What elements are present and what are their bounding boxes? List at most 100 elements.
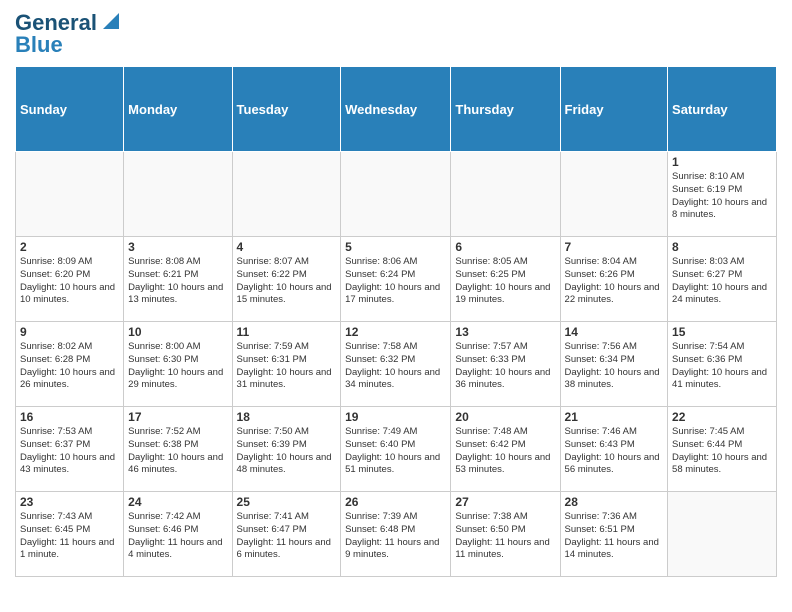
weekday-header: Thursday [451,67,560,152]
calendar-cell: 24 Sunrise: 7:42 AM Sunset: 6:46 PM Dayli… [124,492,232,577]
day-number: 27 [455,495,555,509]
calendar-cell [341,152,451,237]
day-info: Sunrise: 7:56 AM Sunset: 6:34 PM Dayligh… [565,341,664,392]
day-number: 7 [565,240,664,254]
day-number: 20 [455,410,555,424]
logo: General Blue [15,10,121,58]
calendar-week-row: 16 Sunrise: 7:53 AM Sunset: 6:37 PM Dayli… [16,407,777,492]
day-info: Sunrise: 7:58 AM Sunset: 6:32 PM Dayligh… [345,341,446,392]
day-number: 5 [345,240,446,254]
calendar-cell: 11Sunrise: 7:59 AM Sunset: 6:31 PM Dayli… [232,322,341,407]
day-number: 16 [20,410,119,424]
day-info: Sunrise: 7:53 AM Sunset: 6:37 PM Dayligh… [20,426,119,477]
day-info: Sunrise: 8:08 AM Sunset: 6:21 PM Dayligh… [128,256,227,307]
day-info: Sunrise: 7:38 AM Sunset: 6:50 PM Dayligh… [455,511,555,562]
day-number: 24 [128,495,227,509]
day-number: 23 [20,495,119,509]
calendar-cell: 28Sunrise: 7:36 AM Sunset: 6:51 PM Dayli… [560,492,668,577]
calendar-header-row: SundayMondayTuesdayWednesdayThursdayFrid… [16,67,777,152]
calendar-table: SundayMondayTuesdayWednesdayThursdayFrid… [15,66,777,577]
calendar-cell: 4 Sunrise: 8:07 AM Sunset: 6:22 PM Daylig… [232,237,341,322]
calendar-cell: 9 Sunrise: 8:02 AM Sunset: 6:28 PM Daylig… [16,322,124,407]
calendar-cell [451,152,560,237]
logo-arrow-icon [101,11,121,31]
day-number: 18 [237,410,337,424]
day-info: Sunrise: 7:57 AM Sunset: 6:33 PM Dayligh… [455,341,555,392]
calendar-week-row: 1 Sunrise: 8:10 AM Sunset: 6:19 PM Daylig… [16,152,777,237]
calendar-cell [668,492,777,577]
weekday-header: Saturday [668,67,777,152]
calendar-cell [16,152,124,237]
calendar-cell: 1 Sunrise: 8:10 AM Sunset: 6:19 PM Daylig… [668,152,777,237]
calendar-cell: 25 Sunrise: 7:41 AM Sunset: 6:47 PM Dayli… [232,492,341,577]
page-header: General Blue [15,10,777,58]
calendar-cell: 19Sunrise: 7:49 AM Sunset: 6:40 PM Dayli… [341,407,451,492]
day-info: Sunrise: 8:02 AM Sunset: 6:28 PM Dayligh… [20,341,119,392]
day-info: Sunrise: 7:45 AM Sunset: 6:44 PM Dayligh… [672,426,772,477]
day-number: 10 [128,325,227,339]
day-number: 9 [20,325,119,339]
calendar-week-row: 23 Sunrise: 7:43 AM Sunset: 6:45 PM Dayli… [16,492,777,577]
calendar-cell: 16 Sunrise: 7:53 AM Sunset: 6:37 PM Dayli… [16,407,124,492]
day-info: Sunrise: 8:04 AM Sunset: 6:26 PM Dayligh… [565,256,664,307]
day-number: 13 [455,325,555,339]
day-info: Sunrise: 8:09 AM Sunset: 6:20 PM Dayligh… [20,256,119,307]
calendar-cell [560,152,668,237]
day-info: Sunrise: 7:59 AM Sunset: 6:31 PM Dayligh… [237,341,337,392]
calendar-cell: 3 Sunrise: 8:08 AM Sunset: 6:21 PM Daylig… [124,237,232,322]
day-number: 14 [565,325,664,339]
day-number: 1 [672,155,772,169]
day-info: Sunrise: 7:41 AM Sunset: 6:47 PM Dayligh… [237,511,337,562]
calendar-cell: 6 Sunrise: 8:05 AM Sunset: 6:25 PM Daylig… [451,237,560,322]
day-number: 12 [345,325,446,339]
calendar-cell: 13 Sunrise: 7:57 AM Sunset: 6:33 PM Dayli… [451,322,560,407]
day-number: 22 [672,410,772,424]
calendar-cell: 5 Sunrise: 8:06 AM Sunset: 6:24 PM Daylig… [341,237,451,322]
day-number: 6 [455,240,555,254]
calendar-cell: 12 Sunrise: 7:58 AM Sunset: 6:32 PM Dayli… [341,322,451,407]
day-info: Sunrise: 8:00 AM Sunset: 6:30 PM Dayligh… [128,341,227,392]
day-info: Sunrise: 7:50 AM Sunset: 6:39 PM Dayligh… [237,426,337,477]
weekday-header: Tuesday [232,67,341,152]
calendar-cell: 7 Sunrise: 8:04 AM Sunset: 6:26 PM Daylig… [560,237,668,322]
day-number: 26 [345,495,446,509]
day-info: Sunrise: 7:48 AM Sunset: 6:42 PM Dayligh… [455,426,555,477]
calendar-cell: 14 Sunrise: 7:56 AM Sunset: 6:34 PM Dayli… [560,322,668,407]
weekday-header: Friday [560,67,668,152]
page-container: General Blue SundayMondayTuesdayWednesda… [0,0,792,587]
calendar-cell [232,152,341,237]
day-number: 4 [237,240,337,254]
calendar-cell: 17 Sunrise: 7:52 AM Sunset: 6:38 PM Dayli… [124,407,232,492]
day-number: 15 [672,325,772,339]
day-info: Sunrise: 8:07 AM Sunset: 6:22 PM Dayligh… [237,256,337,307]
calendar-cell: 18 Sunrise: 7:50 AM Sunset: 6:39 PM Dayli… [232,407,341,492]
day-number: 3 [128,240,227,254]
weekday-header: Monday [124,67,232,152]
calendar-cell: 2Sunrise: 8:09 AM Sunset: 6:20 PM Daylig… [16,237,124,322]
calendar-cell [124,152,232,237]
day-number: 19 [345,410,446,424]
day-info: Sunrise: 8:06 AM Sunset: 6:24 PM Dayligh… [345,256,446,307]
day-info: Sunrise: 8:05 AM Sunset: 6:25 PM Dayligh… [455,256,555,307]
day-number: 8 [672,240,772,254]
calendar-cell: 20 Sunrise: 7:48 AM Sunset: 6:42 PM Dayli… [451,407,560,492]
day-info: Sunrise: 7:42 AM Sunset: 6:46 PM Dayligh… [128,511,227,562]
day-info: Sunrise: 7:52 AM Sunset: 6:38 PM Dayligh… [128,426,227,477]
day-info: Sunrise: 7:54 AM Sunset: 6:36 PM Dayligh… [672,341,772,392]
day-number: 25 [237,495,337,509]
calendar-cell: 10 Sunrise: 8:00 AM Sunset: 6:30 PM Dayli… [124,322,232,407]
calendar-week-row: 9 Sunrise: 8:02 AM Sunset: 6:28 PM Daylig… [16,322,777,407]
calendar-cell: 26 Sunrise: 7:39 AM Sunset: 6:48 PM Dayli… [341,492,451,577]
day-info: Sunrise: 7:43 AM Sunset: 6:45 PM Dayligh… [20,511,119,562]
calendar-cell: 15 Sunrise: 7:54 AM Sunset: 6:36 PM Dayli… [668,322,777,407]
day-number: 17 [128,410,227,424]
weekday-header: Sunday [16,67,124,152]
logo-blue: Blue [15,32,121,58]
calendar-week-row: 2Sunrise: 8:09 AM Sunset: 6:20 PM Daylig… [16,237,777,322]
day-info: Sunrise: 8:03 AM Sunset: 6:27 PM Dayligh… [672,256,772,307]
weekday-header: Wednesday [341,67,451,152]
day-info: Sunrise: 7:39 AM Sunset: 6:48 PM Dayligh… [345,511,446,562]
calendar-cell: 8 Sunrise: 8:03 AM Sunset: 6:27 PM Daylig… [668,237,777,322]
calendar-cell: 23 Sunrise: 7:43 AM Sunset: 6:45 PM Dayli… [16,492,124,577]
day-info: Sunrise: 8:10 AM Sunset: 6:19 PM Dayligh… [672,171,772,222]
